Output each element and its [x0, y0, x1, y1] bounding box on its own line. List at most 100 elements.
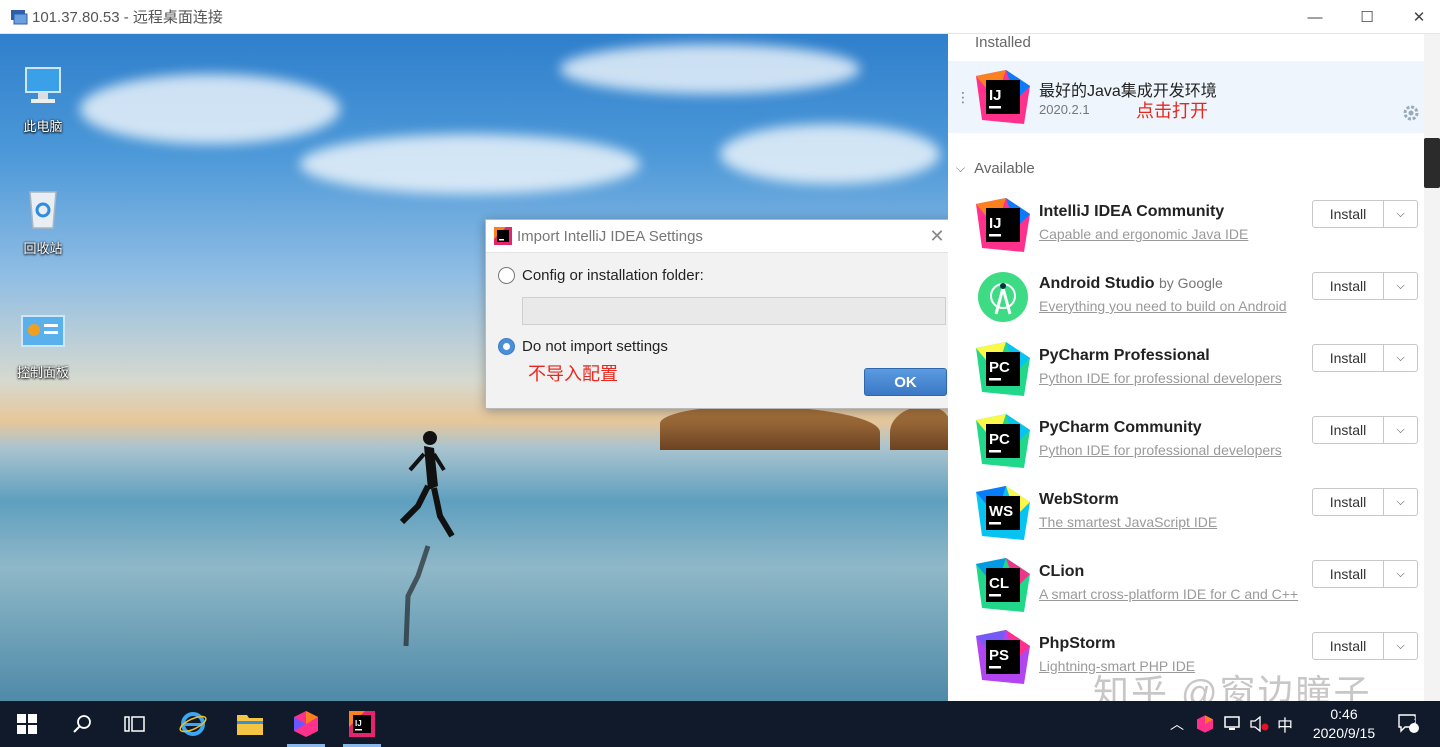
chevron-down-icon: ⌵ — [1396, 351, 1405, 364]
chevron-down-icon: ⌵ — [956, 161, 966, 175]
desktop-icon-this-pc[interactable]: 此电脑 — [8, 64, 78, 135]
computer-icon — [25, 67, 61, 103]
jetbrains-toolbox-icon — [294, 711, 318, 737]
app-description-link[interactable]: The smartest JavaScript IDE — [1039, 514, 1217, 530]
install-button[interactable]: Install — [1313, 201, 1384, 227]
intellij-icon — [494, 227, 512, 245]
app-name-text: PyCharm Community — [1039, 419, 1202, 436]
window-title: 101.37.80.53 - 远程桌面连接 — [32, 9, 223, 26]
tray-show-hidden-icon[interactable]: ︿ — [1170, 701, 1184, 747]
desktop-icon-control-panel[interactable]: 控制面板 — [8, 310, 78, 381]
install-button-group: Install ⌵ — [1312, 632, 1418, 660]
import-settings-dialog: Import IntelliJ IDEA Settings ✕ Config o… — [485, 219, 955, 409]
input-method-indicator[interactable]: 中 — [1277, 701, 1293, 747]
installed-app-row[interactable]: ⋮ IJ 最好的Java集成开发环境 2020.2.1 点击打开 — [948, 61, 1428, 133]
taskbar: IJ ︿ 中 0:46 2020/9/15 3 — [0, 701, 1440, 747]
config-folder-option[interactable]: Config or installation folder: — [498, 267, 704, 284]
start-button[interactable] — [2, 701, 52, 747]
install-options-dropdown[interactable]: ⌵ — [1384, 273, 1417, 299]
ok-button[interactable]: OK — [864, 368, 947, 396]
action-center-button[interactable]: 3 — [1398, 701, 1420, 747]
install-options-dropdown[interactable]: ⌵ — [1384, 201, 1417, 227]
app-description-link[interactable]: Capable and ergonomic Java IDE — [1039, 226, 1248, 242]
install-button-group: Install ⌵ — [1312, 560, 1418, 588]
install-button[interactable]: Install — [1313, 633, 1384, 659]
available-app-row[interactable]: Android Studio by Google Everything you n… — [948, 268, 1428, 334]
dialog-title: Import IntelliJ IDEA Settings — [517, 227, 703, 245]
tray-volume-icon[interactable] — [1250, 701, 1270, 747]
jetbrains-toolbox-icon — [1197, 715, 1213, 733]
available-app-row[interactable]: CL CLion A smart cross-platform IDE for C… — [948, 556, 1428, 622]
folder-icon — [237, 715, 263, 735]
app-description-link[interactable]: Everything you need to build on Android — [1039, 298, 1287, 314]
app-description-link[interactable]: Python IDE for professional developers — [1039, 442, 1282, 458]
chevron-down-icon: ⌵ — [1396, 423, 1405, 436]
available-app-row[interactable]: PC PyCharm Professional Python IDE for pr… — [948, 340, 1428, 406]
install-options-dropdown[interactable]: ⌵ — [1384, 633, 1417, 659]
taskbar-jetbrains-toolbox[interactable] — [281, 701, 331, 747]
install-button-group: Install ⌵ — [1312, 416, 1418, 444]
available-app-row[interactable]: WS WebStorm The smartest JavaScript IDE In… — [948, 484, 1428, 550]
available-app-row[interactable]: IJ IntelliJ IDEA Community Capable and er… — [948, 196, 1428, 262]
app-name: PhpStorm — [1039, 635, 1115, 653]
install-button[interactable]: Install — [1313, 561, 1384, 587]
install-button-group: Install ⌵ — [1312, 200, 1418, 228]
app-name-text: WebStorm — [1039, 491, 1119, 508]
install-button-group: Install ⌵ — [1312, 344, 1418, 372]
minimize-button[interactable]: — — [1289, 0, 1341, 34]
wallpaper-rock — [660, 406, 880, 450]
taskbar-file-explorer[interactable] — [225, 701, 275, 747]
install-button[interactable]: Install — [1313, 417, 1384, 443]
intellij-icon: IJ — [349, 711, 375, 737]
radio-button-selected[interactable] — [498, 338, 515, 355]
logo-text: PS — [989, 647, 1009, 664]
svg-text:IJ: IJ — [989, 87, 1002, 104]
notification-count: 3 — [1410, 715, 1416, 726]
app-name-text: PyCharm Professional — [1039, 347, 1210, 364]
wallpaper-cloud — [720, 124, 940, 184]
app-description-link[interactable]: A smart cross-platform IDE for C and C++ — [1039, 586, 1298, 602]
dialog-close-icon[interactable]: ✕ — [926, 226, 948, 248]
install-options-dropdown[interactable]: ⌵ — [1384, 489, 1417, 515]
task-view-button[interactable] — [110, 701, 160, 747]
app-name-text: IntelliJ IDEA Community — [1039, 203, 1225, 220]
app-description-link[interactable]: Python IDE for professional developers — [1039, 370, 1282, 386]
windows-logo-icon — [17, 714, 37, 734]
available-header: Available — [974, 160, 1035, 177]
taskbar-clock[interactable]: 0:46 2020/9/15 — [1300, 705, 1388, 743]
install-button[interactable]: Install — [1313, 345, 1384, 371]
search-icon — [73, 715, 91, 733]
install-options-dropdown[interactable]: ⌵ — [1384, 417, 1417, 443]
android-studio-logo — [978, 272, 1028, 322]
scrollbar[interactable] — [1424, 34, 1440, 701]
tray-network-icon[interactable] — [1223, 701, 1243, 747]
search-button[interactable] — [57, 701, 107, 747]
ps-logo: PS — [976, 630, 1030, 684]
no-import-option[interactable]: Do not import settings — [498, 338, 668, 355]
logo-text: WS — [989, 503, 1013, 520]
taskbar-intellij-idea[interactable]: IJ — [337, 701, 387, 747]
available-app-row[interactable]: PC PyCharm Community Python IDE for profe… — [948, 412, 1428, 478]
installed-header: Installed — [975, 34, 1031, 51]
close-button[interactable]: ✕ — [1393, 0, 1440, 34]
no-import-label: Do not import settings — [522, 338, 668, 355]
radio-button[interactable] — [498, 267, 515, 284]
intellij-idea-logo: IJ — [976, 70, 1030, 124]
taskbar-internet-explorer[interactable] — [168, 701, 218, 747]
scrollbar-thumb[interactable] — [1424, 138, 1440, 188]
maximize-button[interactable]: ☐ — [1341, 0, 1393, 34]
available-section-toggle[interactable]: ⌵ Available — [956, 160, 1035, 177]
config-path-input[interactable] — [522, 297, 946, 325]
desktop-icon-recycle-bin[interactable]: 回收站 — [8, 186, 78, 257]
install-button-group: Install ⌵ — [1312, 272, 1418, 300]
more-options-icon[interactable]: ⋮ — [956, 89, 970, 106]
install-options-dropdown[interactable]: ⌵ — [1384, 345, 1417, 371]
install-button[interactable]: Install — [1313, 273, 1384, 299]
logo-text: PC — [989, 431, 1010, 448]
tray-toolbox-icon[interactable] — [1197, 701, 1213, 747]
gear-icon[interactable] — [1403, 105, 1419, 121]
app-name-text: CLion — [1039, 563, 1085, 580]
install-options-dropdown[interactable]: ⌵ — [1384, 561, 1417, 587]
annotation-no-import: 不导入配置 — [528, 364, 618, 384]
install-button[interactable]: Install — [1313, 489, 1384, 515]
